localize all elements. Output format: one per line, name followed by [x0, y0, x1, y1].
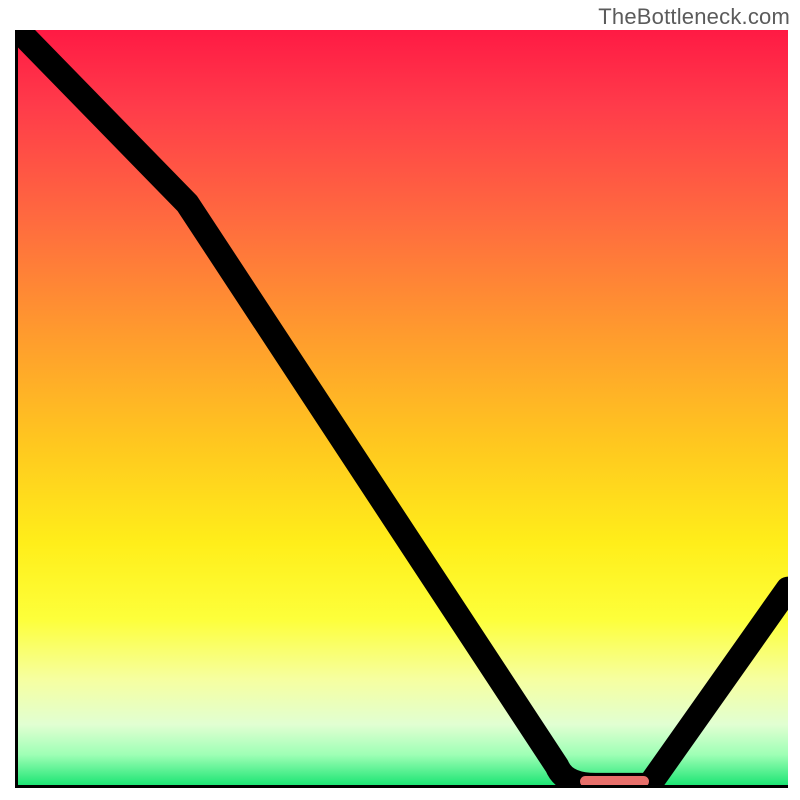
optimal-range-marker	[580, 776, 649, 787]
chart-canvas: TheBottleneck.com	[0, 0, 800, 800]
watermark-text: TheBottleneck.com	[598, 4, 790, 30]
curve-path	[18, 30, 788, 785]
plot-area	[15, 30, 788, 788]
bottleneck-curve	[18, 30, 788, 785]
